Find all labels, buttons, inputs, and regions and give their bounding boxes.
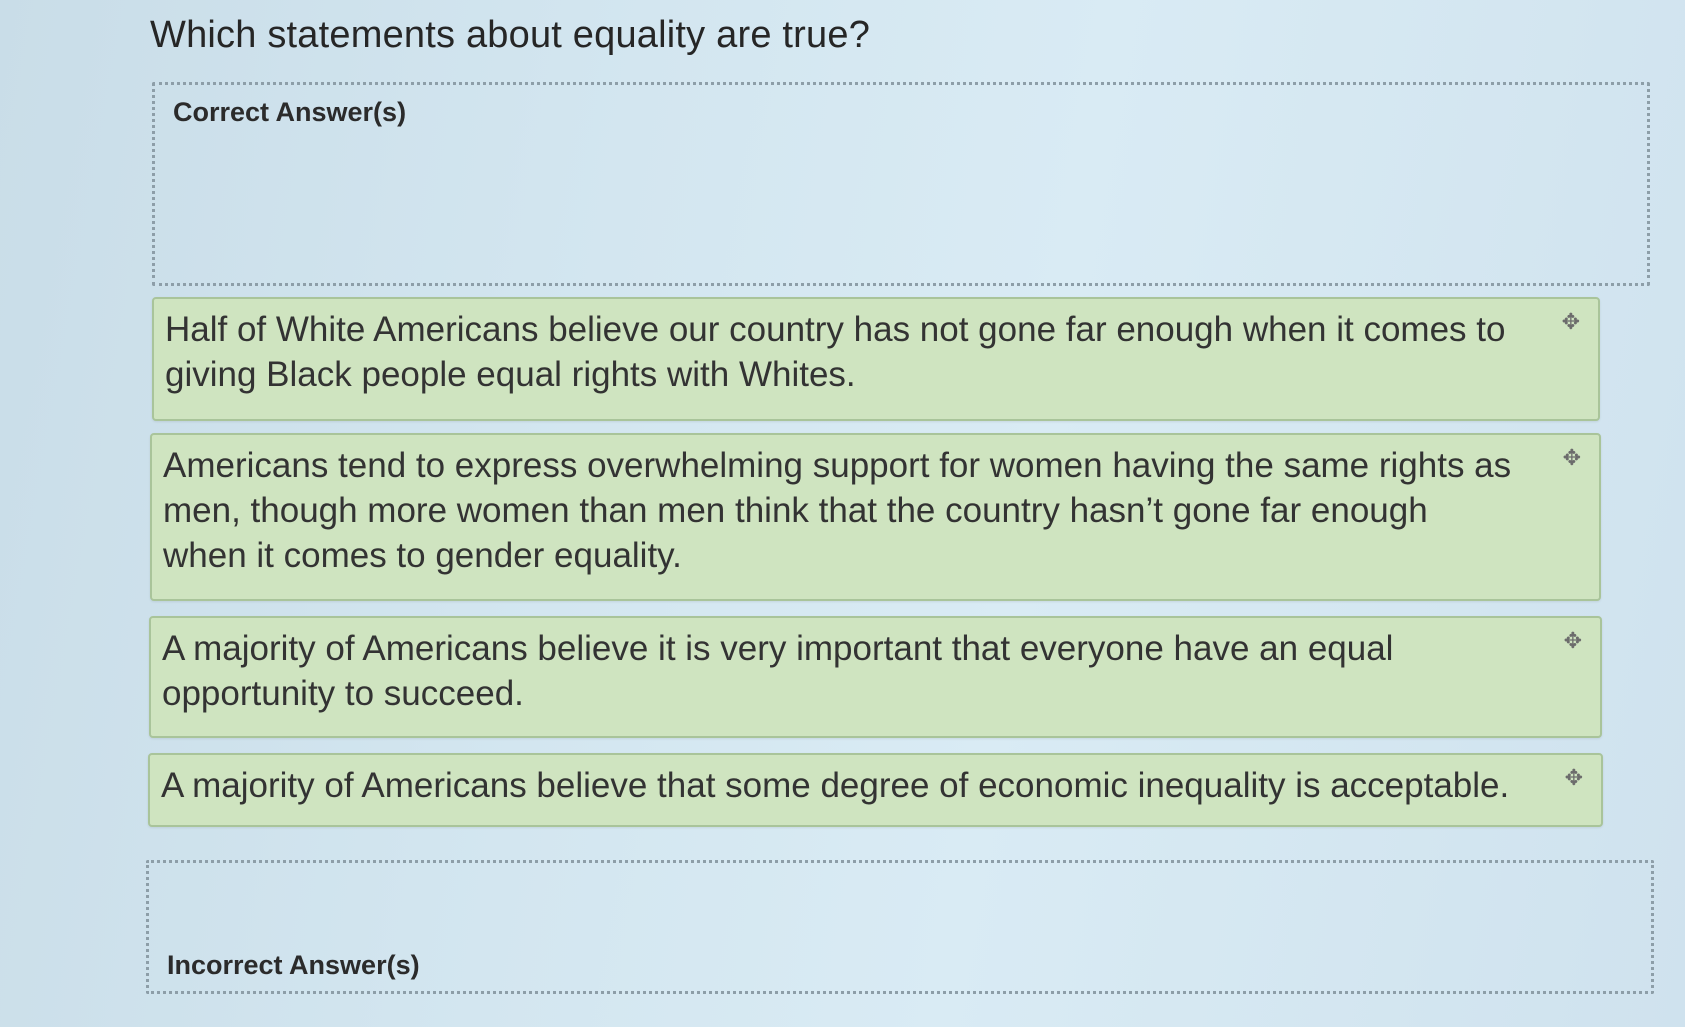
answer-card-text: Americans tend to express overwhelming s… [163, 446, 1512, 575]
answer-card-4[interactable]: A majority of Americans believe that som… [148, 753, 1603, 827]
incorrect-answers-label: Incorrect Answer(s) [167, 950, 420, 980]
answer-card-1[interactable]: Half of White Americans believe our coun… [152, 297, 1600, 421]
correct-answers-label: Correct Answer(s) [173, 97, 407, 127]
incorrect-answers-dropzone[interactable]: Incorrect Answer(s) [146, 860, 1654, 994]
answer-card-3[interactable]: A majority of Americans believe it is ve… [149, 616, 1602, 738]
drag-handle-icon[interactable]: ✥ [1562, 311, 1580, 333]
drag-handle-icon[interactable]: ✥ [1564, 630, 1582, 652]
answer-card-text: Half of White Americans believe our coun… [165, 310, 1506, 394]
drag-handle-icon[interactable]: ✥ [1565, 767, 1583, 789]
drag-handle-icon[interactable]: ✥ [1563, 447, 1581, 469]
question-title: Which statements about equality are true… [150, 14, 871, 56]
answer-card-text: A majority of Americans believe it is ve… [162, 629, 1394, 713]
correct-answers-dropzone[interactable]: Correct Answer(s) [152, 82, 1650, 286]
answer-card-text: A majority of Americans believe that som… [161, 766, 1510, 805]
answer-card-2[interactable]: Americans tend to express overwhelming s… [150, 433, 1601, 601]
